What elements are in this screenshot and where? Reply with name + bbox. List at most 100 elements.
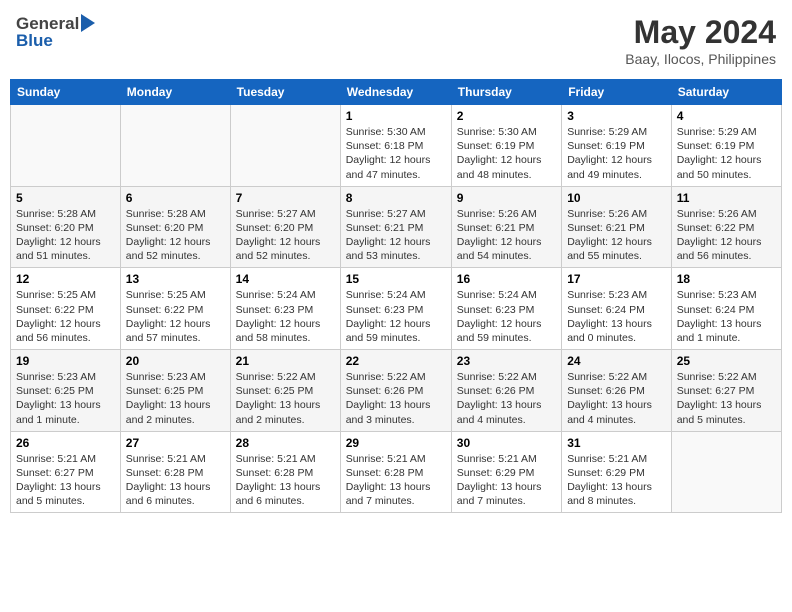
calendar-cell (230, 105, 340, 187)
daylight-text: Daylight: 13 hours and 5 minutes. (16, 480, 115, 508)
sunrise-text: Sunrise: 5:24 AM (346, 288, 446, 302)
calendar-cell: 7Sunrise: 5:27 AMSunset: 6:20 PMDaylight… (230, 186, 340, 268)
sunset-text: Sunset: 6:26 PM (457, 384, 556, 398)
weekday-header-row: SundayMondayTuesdayWednesdayThursdayFrid… (11, 80, 782, 105)
daylight-text: Daylight: 12 hours and 57 minutes. (126, 317, 225, 345)
day-number: 30 (457, 436, 556, 450)
sunset-text: Sunset: 6:23 PM (346, 303, 446, 317)
sunrise-text: Sunrise: 5:26 AM (457, 207, 556, 221)
daylight-text: Daylight: 13 hours and 8 minutes. (567, 480, 666, 508)
sunset-text: Sunset: 6:21 PM (346, 221, 446, 235)
sunset-text: Sunset: 6:25 PM (236, 384, 335, 398)
sunset-text: Sunset: 6:29 PM (567, 466, 666, 480)
calendar-week-4: 19Sunrise: 5:23 AMSunset: 6:25 PMDayligh… (11, 350, 782, 432)
daylight-text: Daylight: 13 hours and 7 minutes. (457, 480, 556, 508)
calendar-cell: 10Sunrise: 5:26 AMSunset: 6:21 PMDayligh… (562, 186, 672, 268)
day-number: 22 (346, 354, 446, 368)
sunrise-text: Sunrise: 5:24 AM (457, 288, 556, 302)
sunrise-text: Sunrise: 5:21 AM (126, 452, 225, 466)
calendar-cell: 3Sunrise: 5:29 AMSunset: 6:19 PMDaylight… (562, 105, 672, 187)
calendar-cell (120, 105, 230, 187)
sunrise-text: Sunrise: 5:23 AM (16, 370, 115, 384)
daylight-text: Daylight: 13 hours and 7 minutes. (346, 480, 446, 508)
calendar-cell: 4Sunrise: 5:29 AMSunset: 6:19 PMDaylight… (671, 105, 781, 187)
daylight-text: Daylight: 12 hours and 53 minutes. (346, 235, 446, 263)
day-number: 26 (16, 436, 115, 450)
daylight-text: Daylight: 12 hours and 52 minutes. (236, 235, 335, 263)
day-number: 7 (236, 191, 335, 205)
calendar-cell: 17Sunrise: 5:23 AMSunset: 6:24 PMDayligh… (562, 268, 672, 350)
day-info: Sunrise: 5:21 AMSunset: 6:29 PMDaylight:… (567, 452, 666, 509)
sunset-text: Sunset: 6:27 PM (16, 466, 115, 480)
sunset-text: Sunset: 6:23 PM (236, 303, 335, 317)
calendar-cell: 16Sunrise: 5:24 AMSunset: 6:23 PMDayligh… (451, 268, 561, 350)
calendar-cell: 2Sunrise: 5:30 AMSunset: 6:19 PMDaylight… (451, 105, 561, 187)
calendar-week-5: 26Sunrise: 5:21 AMSunset: 6:27 PMDayligh… (11, 431, 782, 513)
day-info: Sunrise: 5:24 AMSunset: 6:23 PMDaylight:… (236, 288, 335, 345)
sunrise-text: Sunrise: 5:22 AM (457, 370, 556, 384)
daylight-text: Daylight: 13 hours and 5 minutes. (677, 398, 776, 426)
sunset-text: Sunset: 6:29 PM (457, 466, 556, 480)
weekday-header-monday: Monday (120, 80, 230, 105)
calendar-cell: 9Sunrise: 5:26 AMSunset: 6:21 PMDaylight… (451, 186, 561, 268)
calendar-cell: 14 Sunrise: 5:24 AMSunset: 6:23 PMDayligh… (230, 268, 340, 350)
daylight-text: Daylight: 12 hours and 51 minutes. (16, 235, 115, 263)
day-info: Sunrise: 5:21 AMSunset: 6:27 PMDaylight:… (16, 452, 115, 509)
calendar-cell: 19Sunrise: 5:23 AMSunset: 6:25 PMDayligh… (11, 350, 121, 432)
sunrise-text: Sunrise: 5:22 AM (567, 370, 666, 384)
sunset-text: Sunset: 6:21 PM (567, 221, 666, 235)
day-number: 27 (126, 436, 225, 450)
daylight-text: Daylight: 12 hours and 59 minutes. (457, 317, 556, 345)
sunrise-text: Sunrise: 5:30 AM (346, 125, 446, 139)
daylight-text: Daylight: 13 hours and 1 minute. (677, 317, 776, 345)
location-text: Baay, Ilocos, Philippines (625, 51, 776, 67)
calendar-cell: 28Sunrise: 5:21 AMSunset: 6:28 PMDayligh… (230, 431, 340, 513)
sunrise-text: Sunrise: 5:23 AM (126, 370, 225, 384)
day-number: 19 (16, 354, 115, 368)
calendar-week-1: 1Sunrise: 5:30 AMSunset: 6:18 PMDaylight… (11, 105, 782, 187)
day-number: 17 (567, 272, 666, 286)
calendar-cell: 15Sunrise: 5:24 AMSunset: 6:23 PMDayligh… (340, 268, 451, 350)
calendar-cell: 23Sunrise: 5:22 AMSunset: 6:26 PMDayligh… (451, 350, 561, 432)
calendar-cell: 31Sunrise: 5:21 AMSunset: 6:29 PMDayligh… (562, 431, 672, 513)
day-number: 10 (567, 191, 666, 205)
sunset-text: Sunset: 6:18 PM (346, 139, 446, 153)
calendar-cell (11, 105, 121, 187)
sunset-text: Sunset: 6:25 PM (16, 384, 115, 398)
title-section: May 2024 Baay, Ilocos, Philippines (625, 14, 776, 67)
sunset-text: Sunset: 6:21 PM (457, 221, 556, 235)
calendar-cell: 26 Sunrise: 5:21 AMSunset: 6:27 PMDayligh… (11, 431, 121, 513)
day-info: Sunrise: 5:22 AMSunset: 6:26 PMDaylight:… (567, 370, 666, 427)
day-info: Sunrise: 5:23 AMSunset: 6:24 PMDaylight:… (677, 288, 776, 345)
sunset-text: Sunset: 6:24 PM (677, 303, 776, 317)
day-number: 1 (346, 109, 446, 123)
daylight-text: Daylight: 12 hours and 59 minutes. (346, 317, 446, 345)
weekday-header-sunday: Sunday (11, 80, 121, 105)
sunset-text: Sunset: 6:22 PM (126, 303, 225, 317)
day-number: 3 (567, 109, 666, 123)
daylight-text: Daylight: 12 hours and 56 minutes. (16, 317, 115, 345)
calendar-week-2: 5Sunrise: 5:28 AMSunset: 6:20 PMDaylight… (11, 186, 782, 268)
day-info: Sunrise: 5:30 AMSunset: 6:19 PMDaylight:… (457, 125, 556, 182)
sunrise-text: Sunrise: 5:21 AM (346, 452, 446, 466)
sunrise-text: Sunrise: 5:29 AM (567, 125, 666, 139)
day-info: Sunrise: 5:22 AMSunset: 6:25 PMDaylight:… (236, 370, 335, 427)
sunset-text: Sunset: 6:28 PM (126, 466, 225, 480)
calendar-cell: 8Sunrise: 5:27 AMSunset: 6:21 PMDaylight… (340, 186, 451, 268)
sunrise-text: Sunrise: 5:22 AM (236, 370, 335, 384)
day-number: 18 (677, 272, 776, 286)
sunrise-text: Sunrise: 5:21 AM (236, 452, 335, 466)
day-info: Sunrise: 5:21 AMSunset: 6:28 PMDaylight:… (126, 452, 225, 509)
day-info: Sunrise: 5:25 AMSunset: 6:22 PMDaylight:… (126, 288, 225, 345)
day-number: 4 (677, 109, 776, 123)
daylight-text: Daylight: 12 hours and 49 minutes. (567, 153, 666, 181)
weekday-header-thursday: Thursday (451, 80, 561, 105)
sunrise-text: Sunrise: 5:27 AM (236, 207, 335, 221)
day-info: Sunrise: 5:30 AMSunset: 6:18 PMDaylight:… (346, 125, 446, 182)
calendar-cell (671, 431, 781, 513)
day-number: 14 (236, 272, 335, 286)
sunset-text: Sunset: 6:22 PM (16, 303, 115, 317)
month-title: May 2024 (625, 14, 776, 51)
day-info: Sunrise: 5:21 AMSunset: 6:29 PMDaylight:… (457, 452, 556, 509)
sunrise-text: Sunrise: 5:28 AM (16, 207, 115, 221)
